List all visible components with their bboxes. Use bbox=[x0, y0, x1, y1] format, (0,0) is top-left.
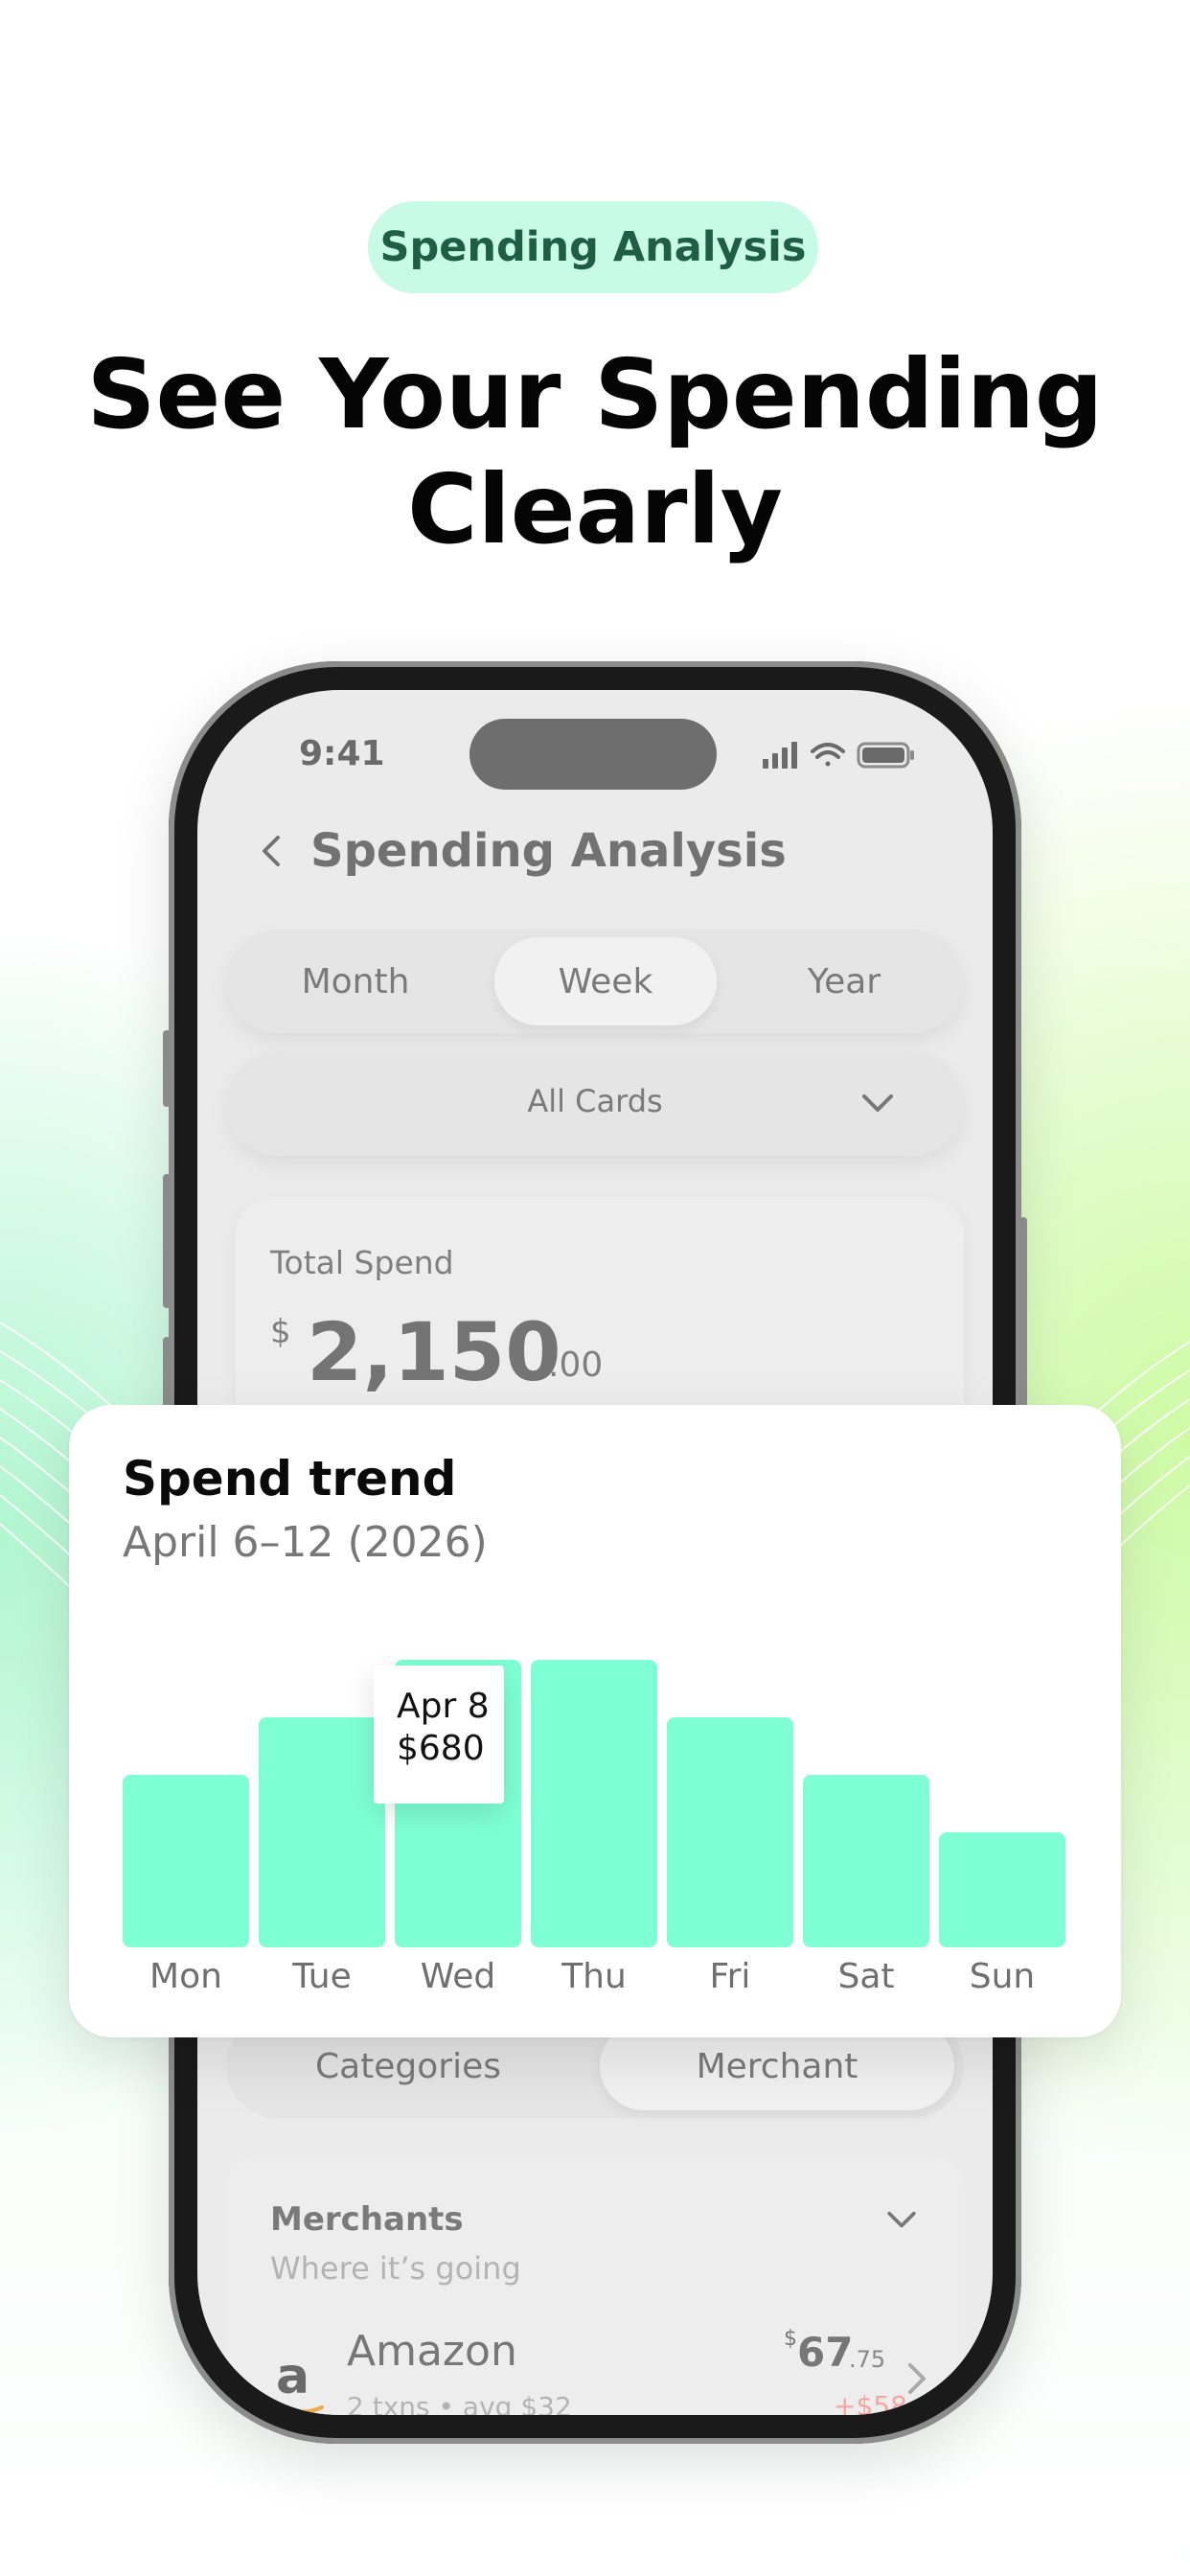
merchant-meta: 2 txns • avg $32 bbox=[347, 2391, 572, 2415]
status-icons bbox=[763, 742, 914, 769]
chevron-down-icon[interactable] bbox=[885, 2210, 918, 2231]
section-tag: Spending Analysis bbox=[368, 201, 818, 293]
phone-volume-up bbox=[163, 1174, 171, 1308]
tooltip-date: Apr 8 bbox=[397, 1687, 490, 1726]
merchant-currency: $ bbox=[784, 2327, 797, 2351]
bar-mon[interactable] bbox=[123, 1775, 249, 1947]
x-tick-label-tue: Tue bbox=[291, 1957, 352, 1996]
spend-trend-card: Spend trend April 6–12 (2026) Mon Tue Wed T… bbox=[69, 1405, 1121, 2037]
headline-line-1: See Your Spending bbox=[86, 338, 1104, 450]
page-title: Spending Analysis bbox=[310, 824, 787, 878]
bar-thu[interactable] bbox=[531, 1660, 657, 1947]
x-tick-label-fri: Fri bbox=[710, 1957, 751, 1996]
x-tick-label-sat: Sat bbox=[837, 1957, 894, 1996]
status-time: 9:41 bbox=[299, 734, 385, 773]
headline-line-2: Clearly bbox=[407, 453, 783, 565]
x-tick-label-thu: Thu bbox=[561, 1957, 627, 1996]
tab-month[interactable]: Month bbox=[245, 937, 466, 1025]
merchant-delta: +$58 bbox=[834, 2390, 907, 2415]
card-filter-value: All Cards bbox=[527, 1083, 663, 1119]
phone-power-button bbox=[1019, 1217, 1027, 1428]
chevron-right-icon bbox=[908, 2363, 926, 2394]
total-currency: $ bbox=[270, 1313, 291, 1351]
card-filter-dropdown[interactable]: All Cards bbox=[226, 1052, 964, 1156]
x-tick-label-sun: Sun bbox=[970, 1957, 1035, 1996]
tab-year[interactable]: Year bbox=[744, 937, 945, 1025]
signal-icon bbox=[763, 742, 797, 769]
battery-icon bbox=[857, 742, 914, 769]
period-segmented-control: Month Week Year bbox=[226, 930, 964, 1033]
back-chevron-icon[interactable] bbox=[253, 832, 291, 870]
merchants-title: Merchants bbox=[270, 2200, 464, 2239]
merchants-card: Merchants Where it’s going a Amazon 2 tx… bbox=[226, 2156, 964, 2415]
bar-sat[interactable] bbox=[803, 1775, 929, 1947]
merchant-amount: 67 bbox=[797, 2329, 854, 2376]
chevron-down-icon bbox=[862, 1094, 893, 1112]
dynamic-island bbox=[469, 719, 717, 790]
x-tick-label-wed: Wed bbox=[421, 1957, 496, 1996]
amazon-logo-icon: a bbox=[276, 2348, 310, 2405]
spend-trend-bar-chart: Mon Tue Wed Thu Fri Sat Sun bbox=[123, 1660, 1065, 1996]
tooltip-value: $680 bbox=[397, 1729, 485, 1768]
bar-sun[interactable] bbox=[939, 1832, 1065, 1947]
tab-week[interactable]: Week bbox=[494, 937, 717, 1025]
chart-tooltip: Apr 8 $680 bbox=[374, 1666, 504, 1804]
x-tick-label-mon: Mon bbox=[149, 1957, 222, 1996]
bar-tue[interactable] bbox=[259, 1717, 385, 1947]
merchant-name: Amazon bbox=[347, 2327, 517, 2376]
total-amount: 2,150 bbox=[307, 1305, 561, 1399]
amazon-smile-icon bbox=[276, 2404, 324, 2414]
bar-fri[interactable] bbox=[667, 1717, 793, 1947]
headline: See Your Spending Clearly bbox=[0, 337, 1190, 567]
phone-side-button bbox=[163, 1030, 171, 1107]
total-amount-decimals: .00 bbox=[548, 1346, 604, 1385]
merchant-amount-decimals: .75 bbox=[849, 2346, 886, 2373]
merchants-subtitle: Where it’s going bbox=[270, 2250, 521, 2287]
wifi-icon bbox=[811, 743, 845, 767]
total-spend-label: Total Spend bbox=[270, 1244, 454, 1281]
